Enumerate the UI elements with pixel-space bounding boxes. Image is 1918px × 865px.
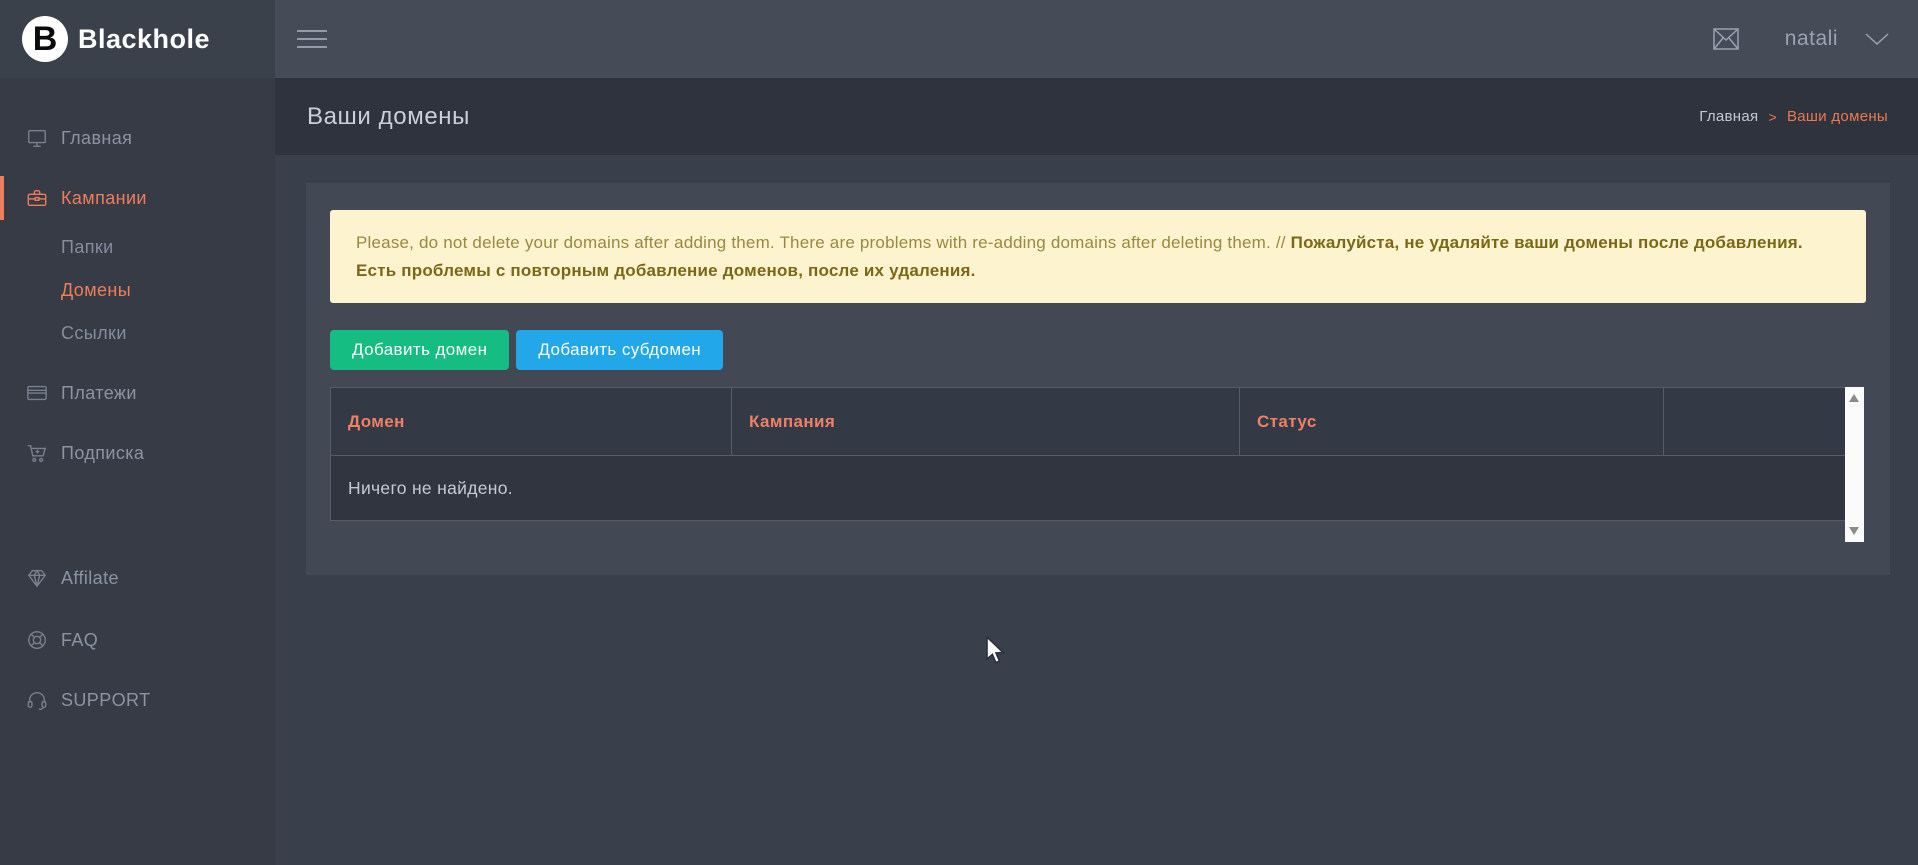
sidebar-item-label: FAQ (61, 630, 98, 651)
sidebar-item-label: Главная (61, 128, 132, 149)
sidebar-item-campaigns[interactable]: Кампании (0, 174, 275, 222)
briefcase-icon (26, 187, 48, 209)
column-header-campaign[interactable]: Кампания (732, 388, 1240, 456)
cart-plus-icon (26, 442, 48, 464)
main-content: Ваши домены Главная > Ваши домены Please… (275, 78, 1918, 865)
sidebar-item-label: SUPPORT (61, 690, 151, 711)
table-scrollbar[interactable] (1845, 387, 1864, 542)
sidebar-item-label: Папки (61, 237, 114, 258)
sidebar-item-domains[interactable]: Домены (0, 270, 275, 310)
blackhole-logo-icon: B (22, 16, 68, 62)
hamburger-menu-icon[interactable] (297, 24, 327, 54)
sidebar-item-support[interactable]: SUPPORT (0, 676, 275, 724)
domains-card: Please, do not delete your domains after… (306, 183, 1890, 575)
add-subdomain-button[interactable]: Добавить субдомен (516, 330, 723, 370)
sidebar: Главная Кампании Папки Домены Ссылки (0, 78, 275, 865)
gem-icon (26, 567, 48, 589)
page-header: Ваши домены Главная > Ваши домены (275, 78, 1918, 155)
brand-name: Blackhole (78, 24, 210, 55)
chevron-down-icon[interactable] (1864, 32, 1890, 46)
add-domain-button[interactable]: Добавить домен (330, 330, 509, 370)
scrollbar-down-arrow-icon[interactable] (1849, 527, 1859, 535)
column-header-domain[interactable]: Домен (331, 388, 732, 456)
username[interactable]: natali (1785, 27, 1838, 51)
sidebar-item-affiliate[interactable]: Affilate (0, 554, 275, 602)
table-row: Ничего не найдено. (331, 456, 1846, 521)
action-buttons: Добавить домен Добавить субдомен (330, 330, 1866, 370)
page-title: Ваши домены (307, 103, 470, 131)
sidebar-item-label: Домены (61, 280, 131, 301)
mail-icon[interactable] (1713, 28, 1739, 50)
sidebar-item-label: Платежи (61, 383, 137, 404)
active-indicator-bar (0, 176, 4, 220)
sidebar-item-label: Подписка (61, 443, 144, 464)
headset-icon (26, 689, 48, 711)
scrollbar-up-arrow-icon[interactable] (1849, 394, 1859, 402)
sidebar-item-subscription[interactable]: Подписка (0, 429, 275, 477)
sidebar-item-label: Affilate (61, 568, 119, 589)
sidebar-item-folders[interactable]: Папки (0, 227, 275, 267)
empty-state-message: Ничего не найдено. (331, 456, 1846, 521)
credit-card-icon (26, 382, 48, 404)
sidebar-item-label: Ссылки (61, 323, 127, 344)
sidebar-item-payments[interactable]: Платежи (0, 369, 275, 417)
domains-table-region: Домен Кампания Статус Ничего не найдено. (330, 387, 1866, 521)
warning-alert: Please, do not delete your domains after… (330, 210, 1866, 303)
breadcrumb-separator-icon: > (1768, 109, 1776, 125)
topbar: B Blackhole natali (0, 0, 1918, 78)
breadcrumb-current: Ваши домены (1787, 108, 1888, 125)
alert-text-english: Please, do not delete your domains after… (356, 233, 1291, 252)
sidebar-item-home[interactable]: Главная (0, 114, 275, 162)
column-header-status[interactable]: Статус (1240, 388, 1664, 456)
brand-logo[interactable]: B Blackhole (0, 0, 275, 78)
domains-table: Домен Кампания Статус Ничего не найдено. (330, 387, 1846, 521)
content-area: Please, do not delete your domains after… (275, 155, 1918, 575)
breadcrumb: Главная > Ваши домены (1699, 108, 1888, 125)
topbar-main: natali (275, 0, 1918, 78)
column-header-actions (1664, 388, 1846, 456)
table-header-row: Домен Кампания Статус (331, 388, 1846, 456)
logo-letter: B (33, 22, 58, 56)
sidebar-item-faq[interactable]: FAQ (0, 616, 275, 664)
sidebar-item-label: Кампании (61, 188, 147, 209)
breadcrumb-home-link[interactable]: Главная (1699, 108, 1758, 125)
sidebar-item-links[interactable]: Ссылки (0, 313, 275, 353)
lifebuoy-icon (26, 629, 48, 651)
monitor-icon (26, 127, 48, 149)
